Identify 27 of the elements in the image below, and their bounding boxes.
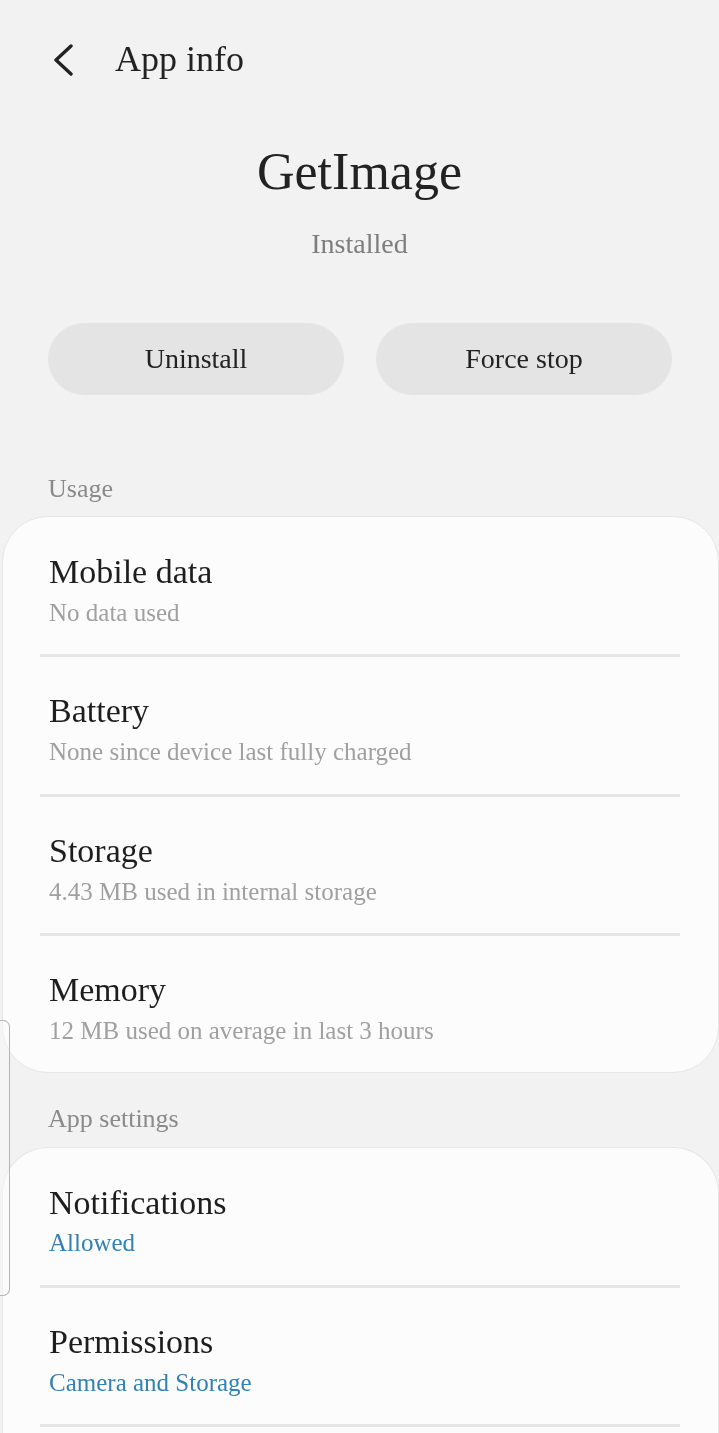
- settings-row[interactable]: Battery None since device last fully charged: [3, 657, 718, 794]
- row-title: Memory: [49, 970, 168, 1011]
- action-button[interactable]: Uninstall: [48, 323, 344, 395]
- row-summary: 4.43 MB used in internal storage: [49, 876, 378, 907]
- settings-row[interactable]: Permissions Camera and Storage: [3, 1287, 718, 1425]
- row-title: Storage: [49, 830, 154, 871]
- row-summary: Allowed: [49, 1228, 137, 1259]
- settings-row[interactable]: Storage 4.43 MB used in internal storage: [3, 796, 718, 934]
- app-status: Installed: [311, 227, 408, 261]
- back-icon[interactable]: [52, 44, 74, 76]
- row-summary: No data used: [49, 597, 181, 628]
- settings-row[interactable]: Memory 12 MB used on average in last 3 hours: [3, 936, 718, 1073]
- row-title: Notifications: [49, 1182, 228, 1223]
- section-header: App settings: [47, 1103, 180, 1135]
- row-summary: Camera and Storage: [49, 1367, 253, 1398]
- row-title: Battery: [49, 691, 151, 732]
- section-header: Usage: [47, 473, 114, 505]
- row-summary: None since device last fully charged: [49, 737, 413, 768]
- app-name: GetImage: [257, 142, 462, 202]
- page-title: App info: [115, 38, 244, 82]
- settings-row[interactable]: Notifications Allowed: [3, 1147, 718, 1285]
- settings-row[interactable]: Mobile data No data used: [3, 517, 718, 655]
- row-title: Permissions: [49, 1321, 215, 1362]
- row-summary: 12 MB used on average in last 3 hours: [49, 1015, 435, 1046]
- row-title: Mobile data: [49, 552, 214, 593]
- action-button[interactable]: Force stop: [376, 323, 672, 395]
- edge-panel-handle[interactable]: [0, 1020, 10, 1296]
